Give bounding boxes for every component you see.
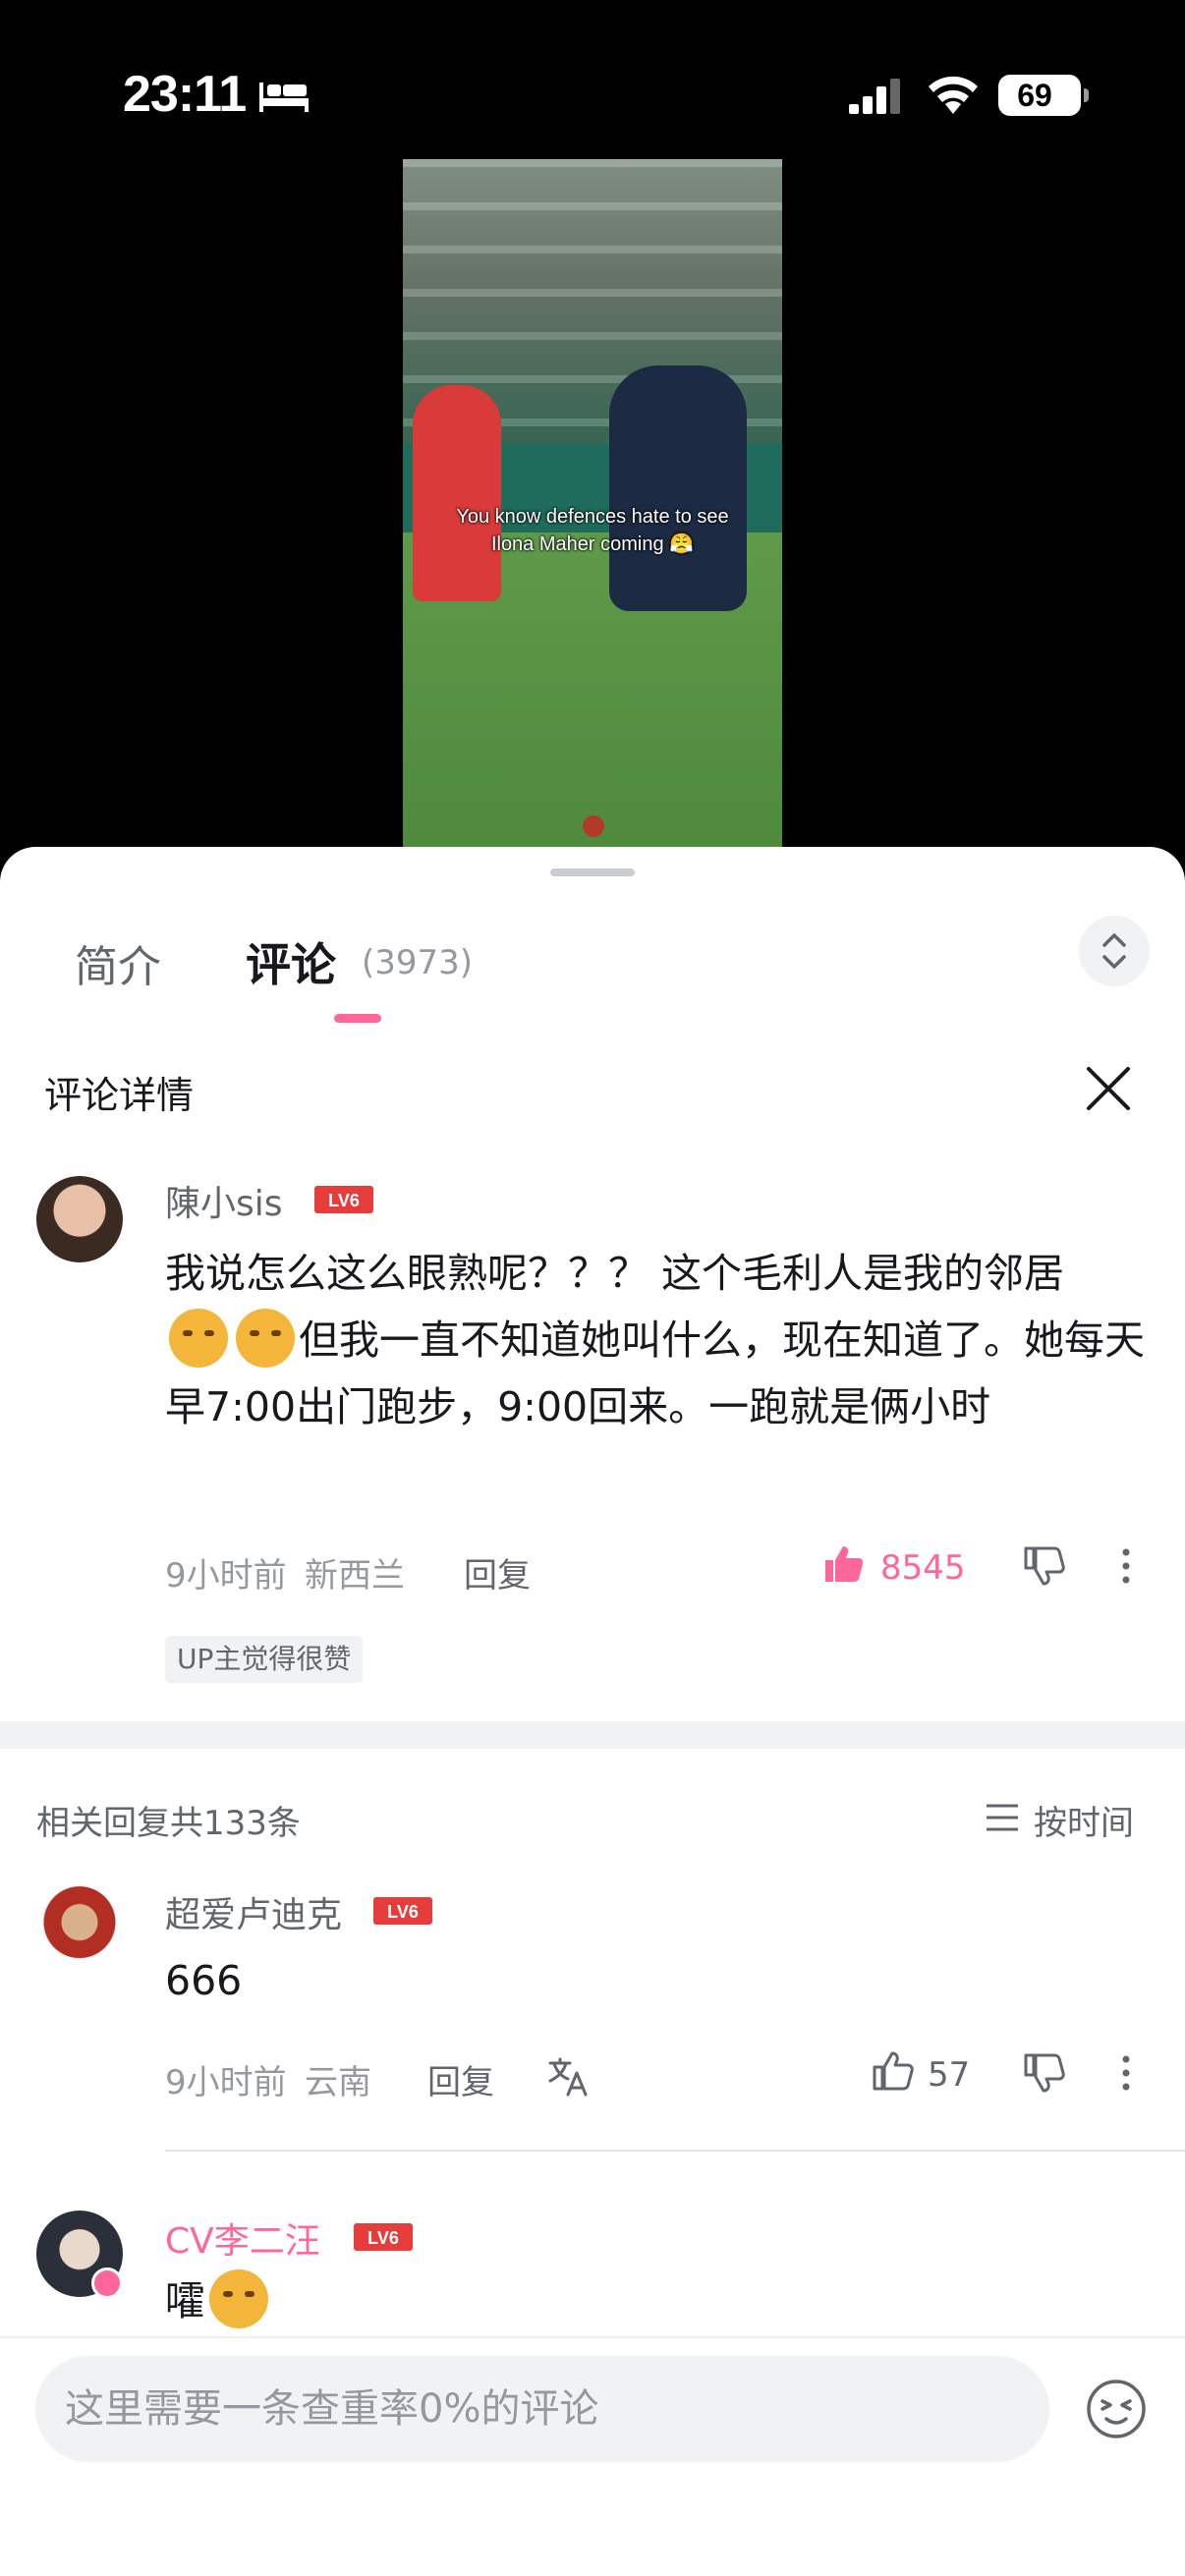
avatar[interactable] — [36, 1176, 123, 1262]
sort-icon — [987, 1804, 1018, 1831]
video-player-figure-blue — [609, 365, 747, 611]
status-bar: 23:11 69 — [0, 0, 1185, 147]
comment-detail-header: 评论详情 — [0, 1034, 1185, 1142]
comments-sheet: 简介 评论 (3973) 评论详情 陳小sis LV6 我说怎么这么眼熟呢？？？… — [0, 847, 1185, 2576]
reply-button[interactable]: 回复 — [464, 1548, 531, 1596]
avatar-badge — [91, 2268, 123, 2299]
sort-label: 按时间 — [1034, 1804, 1134, 1843]
like-icon[interactable] — [821, 1542, 865, 1586]
video-caption-line1: You know defences hate to see — [456, 506, 729, 528]
like-count: 8545 — [880, 1548, 966, 1588]
section-divider — [0, 1721, 1185, 1749]
status-time: 23:11 — [123, 66, 247, 123]
reply-divider — [165, 2150, 1185, 2152]
sort-button[interactable]: 按时间 — [985, 1792, 1152, 1843]
reply-text-content: 嚯 — [165, 2277, 205, 2324]
video-uploader-avatar — [583, 815, 604, 837]
battery-indicator: 69 — [998, 75, 1089, 116]
more-icon[interactable] — [1120, 1544, 1132, 1588]
replies-header: 相关回复共133条 按时间 — [0, 1749, 1185, 1857]
reply-location: 云南 — [305, 2063, 371, 2102]
comment-input[interactable] — [35, 2356, 1049, 2462]
svg-text:LV6: LV6 — [328, 1191, 360, 1210]
reply-button[interactable]: 回复 — [427, 2055, 494, 2103]
dislike-icon[interactable] — [1022, 1544, 1065, 1588]
dizzy-emoji-icon — [209, 2269, 268, 2328]
up-liked-badge: UP主觉得很赞 — [165, 1636, 364, 1683]
level-badge: LV6 — [314, 1186, 373, 1213]
comment-text: 我说怎么这么眼熟呢？？？ 这个毛利人是我的邻居 但我一直不知道她叫什么，现在知道… — [165, 1240, 1148, 1440]
huffing-emoji-icon — [169, 1309, 228, 1368]
tab-comments[interactable]: 评论 — [246, 929, 336, 994]
tab-bar: 简介 评论 (3973) — [0, 916, 1185, 1024]
expand-button[interactable] — [1079, 916, 1150, 986]
reply-username[interactable]: CV李二汪 — [165, 2212, 320, 2264]
signal-icon — [849, 79, 900, 114]
video-player[interactable]: You know defences hate to see Ilona Mahe… — [403, 159, 782, 847]
sheet-drag-handle[interactable] — [550, 868, 635, 876]
video-caption-line2: Ilona Maher coming 😤 — [490, 533, 695, 555]
replies-count: 相关回复共133条 — [36, 1804, 301, 1843]
video-caption: You know defences hate to see Ilona Mahe… — [403, 503, 782, 558]
tab-intro[interactable]: 简介 — [75, 931, 161, 994]
wifi-icon — [929, 76, 978, 114]
tab-comment-count: (3973) — [362, 943, 474, 982]
reply-text: 嚯 — [165, 2268, 272, 2334]
like-icon[interactable] — [871, 2049, 914, 2093]
tab-active-indicator — [334, 1014, 381, 1023]
reply-time: 9小时前 — [165, 2063, 287, 2102]
emoji-icon[interactable] — [1085, 2378, 1148, 2440]
level-badge: LV6 — [373, 1897, 432, 1925]
reply-username[interactable]: 超爱卢迪克 — [165, 1886, 342, 1937]
svg-text:LV6: LV6 — [387, 1902, 419, 1922]
dislike-icon[interactable] — [1022, 2051, 1065, 2095]
bed-icon — [259, 83, 309, 112]
comment-time: 9小时前 — [165, 1556, 287, 1596]
comment-text-part2: 但我一直不知道她叫什么，现在知道了。她每天早7:00出门跑步，9:00回来。一跑… — [165, 1316, 1145, 1430]
close-icon[interactable] — [1081, 1061, 1136, 1116]
level-badge: LV6 — [354, 2223, 413, 2251]
reply-text: 666 — [165, 1957, 243, 2004]
huffing-emoji-icon — [236, 1309, 295, 1368]
comment-detail-title: 评论详情 — [44, 1074, 195, 1117]
video-player-figure-red — [413, 385, 501, 601]
more-icon[interactable] — [1120, 2051, 1132, 2095]
comment-username[interactable]: 陳小sis — [165, 1175, 283, 1226]
svg-text:LV6: LV6 — [367, 2228, 399, 2248]
translate-icon[interactable] — [546, 2055, 590, 2099]
comment-input-bar — [0, 2336, 1185, 2576]
avatar[interactable] — [36, 1883, 123, 1970]
comment-location: 新西兰 — [305, 1556, 405, 1596]
expand-icon — [1102, 933, 1126, 969]
like-count: 57 — [928, 2055, 971, 2095]
comment-text-part1: 我说怎么这么眼熟呢？？？ 这个毛利人是我的邻居 — [165, 1250, 1065, 1297]
